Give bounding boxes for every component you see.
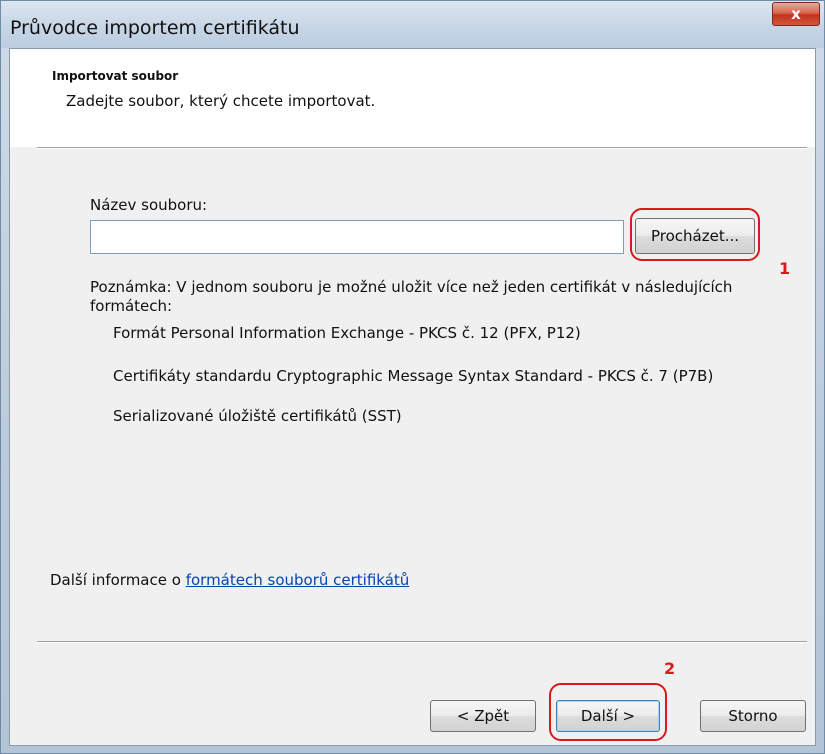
- title-bar[interactable]: Průvodce importem certifikátu x: [1, 1, 824, 48]
- annotation-marker-2: 2: [664, 659, 676, 678]
- file-name-label: Název souboru:: [90, 196, 208, 214]
- highlight-ring-2: [549, 683, 667, 741]
- format-item: Formát Personal Information Exchange - P…: [113, 324, 581, 342]
- cancel-button[interactable]: Storno: [700, 700, 806, 732]
- header-divider: [37, 147, 807, 149]
- close-button[interactable]: x: [772, 2, 820, 26]
- page-subtitle: Zadejte soubor, který chcete importovat.: [66, 92, 376, 110]
- annotation-marker-1: 1: [779, 259, 791, 278]
- window-title: Průvodce importem certifikátu: [10, 17, 300, 39]
- note-line-2: formátech:: [90, 297, 173, 315]
- wizard-body: Importovat soubor Zadejte soubor, který …: [9, 48, 816, 746]
- highlight-ring-1: [630, 208, 760, 261]
- formats-help-link[interactable]: formátech souborů certifikátů: [186, 571, 410, 589]
- more-info-prefix: Další informace o: [50, 571, 186, 589]
- format-item: Serializované úložiště certifikátů (SST): [113, 407, 402, 425]
- format-item: Certifikáty standardu Cryptographic Mess…: [113, 367, 714, 385]
- note-line-1: Poznámka: V jednom souboru je možné ulož…: [90, 278, 733, 296]
- dialog-window: Průvodce importem certifikátu x Importov…: [0, 0, 825, 754]
- close-icon: x: [791, 5, 801, 23]
- file-name-input[interactable]: [90, 220, 624, 254]
- back-button[interactable]: < Zpět: [430, 700, 536, 732]
- page-title: Importovat soubor: [52, 69, 179, 83]
- footer-divider: [37, 641, 807, 643]
- more-info-text: Další informace o formátech souborů cert…: [50, 571, 409, 589]
- wizard-header: Importovat soubor Zadejte soubor, který …: [10, 49, 815, 147]
